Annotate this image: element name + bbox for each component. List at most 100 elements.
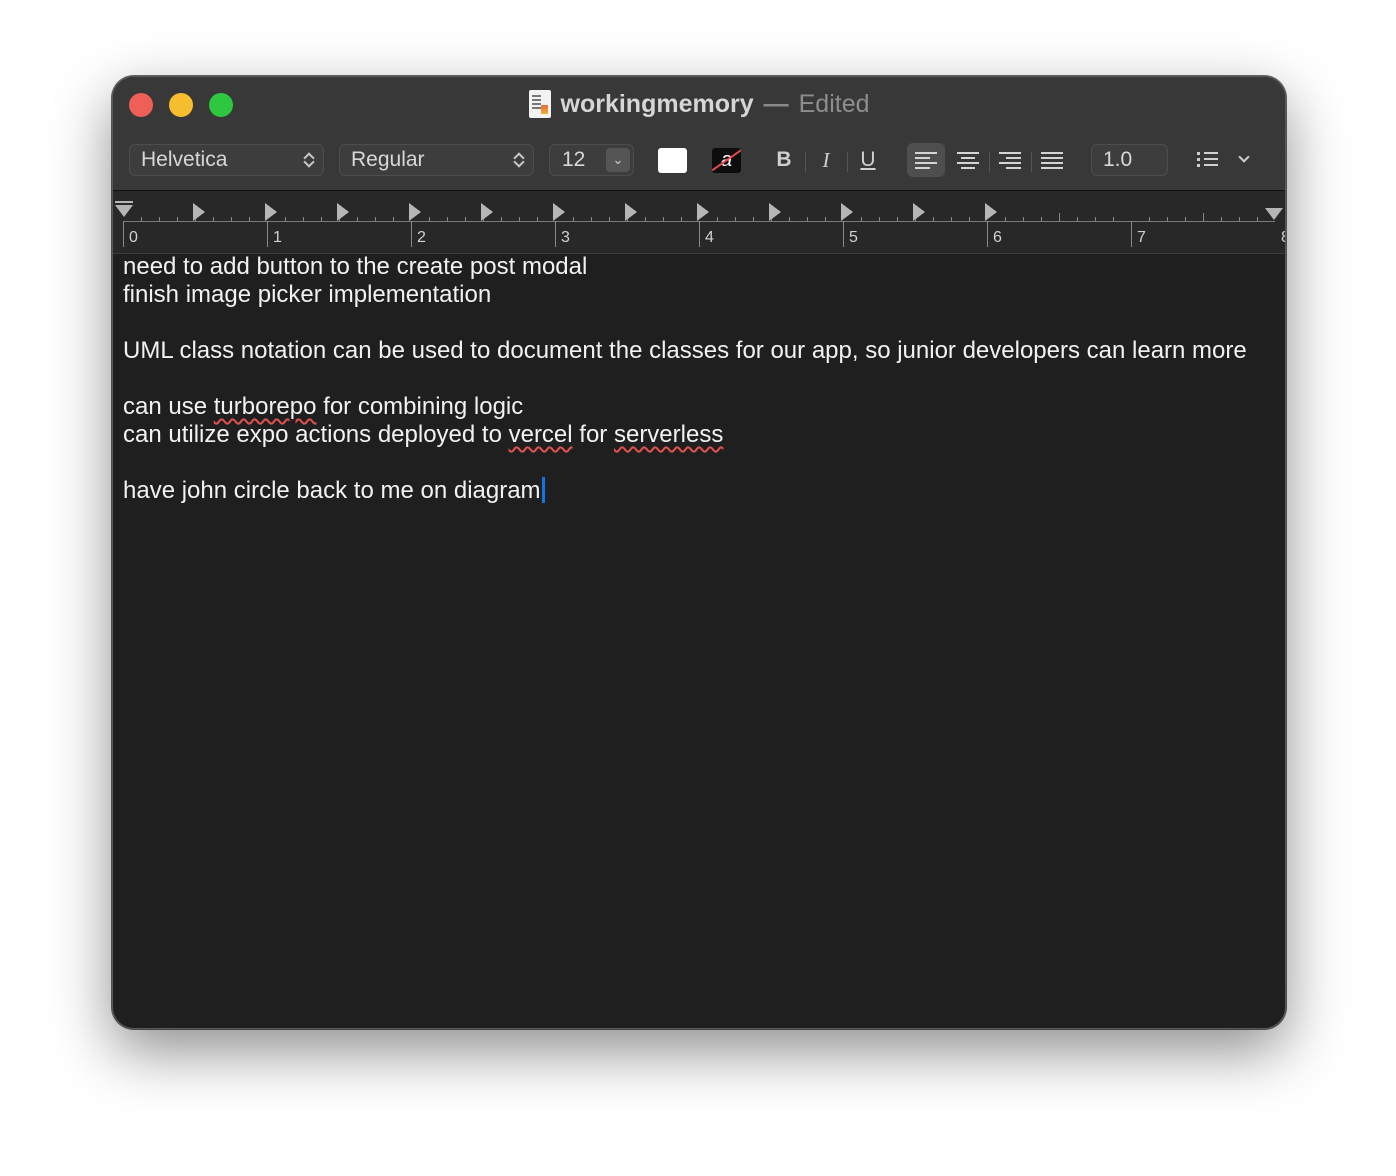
ruler-tick bbox=[1257, 217, 1258, 221]
tab-stop-marker[interactable] bbox=[697, 203, 709, 221]
first-line-indent-marker[interactable] bbox=[115, 201, 133, 203]
updown-chevron-icon bbox=[513, 152, 525, 168]
separator bbox=[805, 152, 806, 172]
ruler-tick bbox=[645, 217, 646, 221]
font-style-value: Regular bbox=[351, 148, 425, 171]
list-bullets-button[interactable] bbox=[1195, 146, 1259, 174]
ruler-tick bbox=[321, 217, 322, 221]
chevron-down-icon bbox=[1238, 151, 1250, 163]
ruler-tick bbox=[1023, 217, 1024, 221]
font-size-dropdown-button[interactable]: ⌄ bbox=[606, 148, 630, 172]
misspelled-word: serverless bbox=[613, 421, 724, 448]
ruler-tick bbox=[1239, 217, 1240, 221]
ruler-tick bbox=[825, 217, 826, 221]
tab-stop-marker[interactable] bbox=[409, 203, 421, 221]
title-separator: — bbox=[763, 89, 789, 118]
ruler-tick bbox=[591, 217, 592, 221]
tab-stop-marker[interactable] bbox=[841, 203, 853, 221]
ruler-tick bbox=[375, 217, 376, 221]
ruler-tick bbox=[735, 217, 736, 221]
right-indent-marker[interactable] bbox=[1265, 208, 1283, 220]
ruler-tick bbox=[753, 217, 754, 221]
text-line: finish image picker implementation bbox=[123, 281, 492, 308]
tab-stop-marker[interactable] bbox=[625, 203, 637, 221]
format-toolbar: Helvetica Regular 12 ⌄ a B I U bbox=[113, 142, 1285, 182]
ruler-tick bbox=[411, 221, 412, 247]
ruler-tick bbox=[1077, 217, 1078, 221]
tab-stop-marker[interactable] bbox=[481, 203, 493, 221]
ruler-tick bbox=[609, 217, 610, 221]
ruler-tick bbox=[285, 217, 286, 221]
ruler-tick bbox=[123, 221, 124, 247]
text-line bbox=[123, 365, 1275, 393]
ruler-number: 7 bbox=[1137, 229, 1146, 246]
tab-stop-marker[interactable] bbox=[553, 203, 565, 221]
updown-chevron-icon bbox=[303, 152, 315, 168]
tab-stop-marker[interactable] bbox=[769, 203, 781, 221]
font-size-combo[interactable]: 12 ⌄ bbox=[549, 144, 634, 176]
text-line: need to add button to the create post mo… bbox=[123, 253, 588, 280]
updown-chevron-icon bbox=[1147, 152, 1159, 168]
ruler-tick bbox=[1221, 217, 1222, 221]
ruler-tick bbox=[555, 221, 556, 247]
ruler-tick bbox=[1149, 217, 1150, 221]
align-justify-button[interactable] bbox=[1033, 143, 1071, 177]
ruler-tick bbox=[357, 217, 358, 221]
ruler-tick bbox=[393, 217, 394, 221]
ruler-tick bbox=[789, 217, 790, 221]
document-text-area[interactable]: need to add button to the create post mo… bbox=[123, 253, 1275, 1028]
ruler-tick bbox=[1113, 217, 1114, 221]
ruler-tick bbox=[447, 217, 448, 221]
font-family-value: Helvetica bbox=[141, 148, 228, 171]
text-color-well[interactable] bbox=[658, 148, 687, 173]
ruler-tick bbox=[501, 217, 502, 221]
text-line: can use turborepo for combining logic bbox=[123, 393, 524, 420]
ruler-number: 8 bbox=[1281, 229, 1285, 247]
align-center-button[interactable] bbox=[949, 143, 987, 177]
ruler-tick bbox=[267, 221, 268, 247]
align-left-button[interactable] bbox=[907, 143, 945, 177]
ruler-tick bbox=[807, 217, 808, 221]
font-style-popup[interactable]: Regular bbox=[339, 144, 534, 176]
ruler-number: 6 bbox=[993, 229, 1002, 246]
separator bbox=[989, 152, 990, 172]
text-line bbox=[123, 309, 1275, 337]
ruler-tick bbox=[717, 217, 718, 221]
ruler-number: 2 bbox=[417, 229, 426, 246]
font-family-popup[interactable]: Helvetica bbox=[129, 144, 324, 176]
ruler-tick bbox=[1203, 213, 1204, 221]
tab-stop-marker[interactable] bbox=[913, 203, 925, 221]
tab-stop-marker[interactable] bbox=[265, 203, 277, 221]
ruler-tick bbox=[537, 217, 538, 221]
ruler-number: 4 bbox=[705, 229, 714, 246]
title-bar: workingmemory — Edited Helvetica Regular… bbox=[113, 77, 1285, 190]
ruler-tick bbox=[465, 217, 466, 221]
ruler-tick bbox=[1059, 213, 1060, 221]
separator bbox=[1031, 152, 1032, 172]
ruler-tick bbox=[177, 217, 178, 221]
line-spacing-popup[interactable]: 1.0 bbox=[1091, 144, 1168, 176]
ruler-tick bbox=[663, 217, 664, 221]
ruler-tick bbox=[969, 217, 970, 221]
ruler-number: 1 bbox=[273, 229, 282, 246]
ruler-tick bbox=[1095, 217, 1096, 221]
italic-button[interactable]: I bbox=[813, 144, 839, 176]
ruler-tick bbox=[861, 217, 862, 221]
left-indent-marker[interactable] bbox=[115, 205, 133, 217]
tab-stop-marker[interactable] bbox=[985, 203, 997, 221]
underline-button[interactable]: U bbox=[855, 144, 881, 176]
ruler-tick bbox=[843, 221, 844, 247]
text-background-color-well[interactable]: a bbox=[712, 148, 741, 173]
font-size-value: 12 bbox=[562, 148, 586, 171]
ruler-tick bbox=[213, 217, 214, 221]
tab-stop-marker[interactable] bbox=[337, 203, 349, 221]
edited-status: Edited bbox=[798, 89, 870, 118]
ruler-tick bbox=[1167, 217, 1168, 221]
align-right-button[interactable] bbox=[991, 143, 1029, 177]
ruler-tick bbox=[1005, 217, 1006, 221]
tab-stop-marker[interactable] bbox=[193, 203, 205, 221]
misspelled-word: turborepo bbox=[213, 393, 317, 420]
ruler-tick bbox=[933, 217, 934, 221]
bold-button[interactable]: B bbox=[771, 144, 797, 176]
ruler[interactable]: 0 1 2 3 4 5 6 7 8 bbox=[113, 190, 1285, 254]
